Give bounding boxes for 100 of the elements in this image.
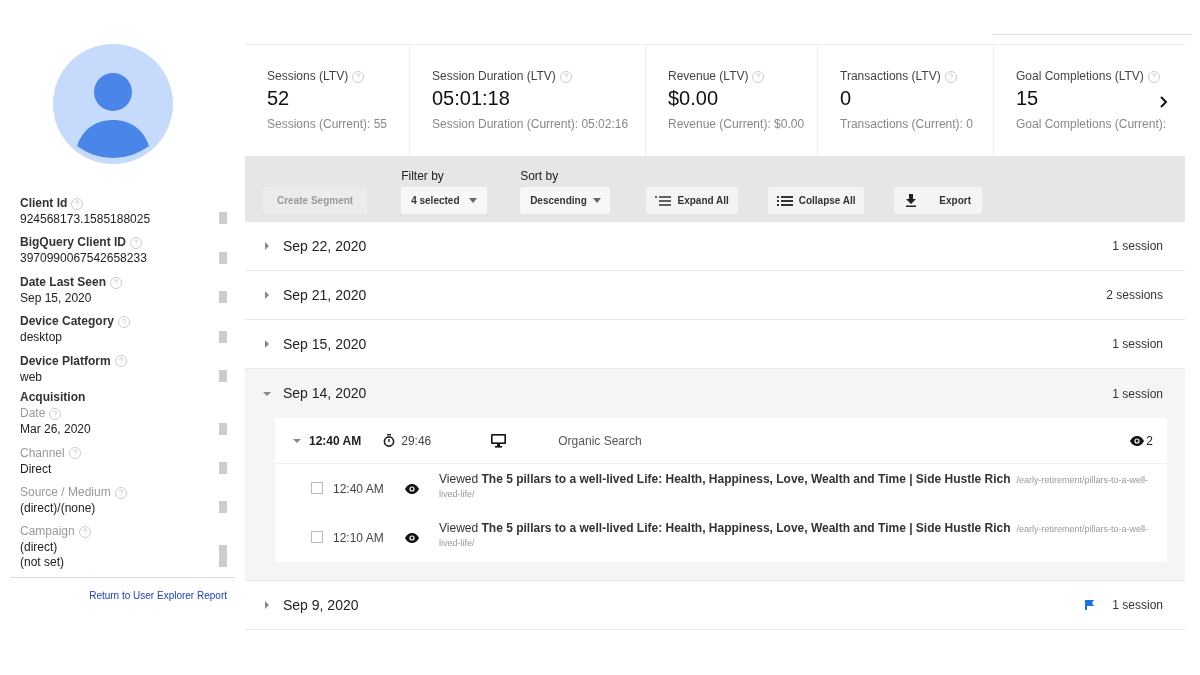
field-label: Date Last Seen (20, 274, 107, 289)
session-count: 1 session (1112, 597, 1163, 614)
help-icon[interactable] (559, 70, 572, 83)
metric-current: Revenue (Current): $0.00 (668, 116, 806, 133)
session-count: 1 session (1112, 336, 1163, 353)
chevron-right-icon[interactable] (1159, 95, 1169, 109)
checkbox[interactable] (311, 482, 323, 494)
field-value: Direct (20, 461, 53, 476)
caret-right-icon[interactable] (263, 291, 271, 299)
avatar-icon (53, 44, 173, 164)
list-icon (776, 195, 793, 206)
metric-current: Sessions (Current): 55 (267, 116, 389, 133)
pageview-text: Viewed The 5 pillars to a well-lived Life: Health, Happiness, Love, Wealth and Time | Side Hustle Rich /early-retirement/pillars-to-a-well-lived-life/ (439, 521, 1150, 550)
marker-icon (219, 369, 227, 382)
marker-icon (219, 330, 227, 343)
hit-time: 12:40 AM (333, 481, 385, 498)
metric-label: Transactions (LTV) (840, 69, 941, 83)
help-icon[interactable] (1147, 70, 1160, 83)
field-label: BigQuery Client ID (20, 235, 126, 250)
help-icon[interactable] (110, 276, 123, 289)
caret-down-icon (469, 198, 478, 203)
metric-current: Transactions (Current): 0 (840, 116, 974, 133)
session-time[interactable]: 12:40 AM (309, 431, 362, 450)
field-label: Date (20, 406, 46, 421)
dropdown-label: Filter by (401, 168, 445, 185)
field-value: Mar 26, 2020 (20, 422, 91, 437)
caret-right-icon[interactable] (263, 242, 271, 250)
sort-dropdown[interactable]: Descending (520, 187, 611, 214)
field-value: Sep 15, 2020 (20, 290, 93, 306)
day-date[interactable]: Sep 14, 2020 (283, 383, 367, 404)
field-label: Source / Medium (20, 484, 111, 499)
help-icon[interactable] (944, 70, 957, 83)
download-icon (905, 194, 918, 207)
marker-icon (219, 291, 227, 304)
field-value: (not set) (20, 554, 65, 570)
caret-right-icon[interactable] (263, 340, 271, 348)
section-heading: Acquisition (20, 390, 87, 405)
hit-time: 12:10 AM (333, 530, 385, 547)
metric-label: Sessions (LTV) (267, 69, 349, 83)
channel-label: Organic Search (558, 432, 642, 450)
help-icon[interactable] (352, 70, 365, 83)
return-link[interactable]: Return to User Explorer Report (10, 577, 235, 604)
caret-down-icon[interactable] (293, 436, 301, 445)
session-duration: 29:46 (401, 432, 432, 450)
dropdown-label: Sort by (520, 168, 560, 185)
help-icon[interactable] (114, 355, 127, 368)
metric-current: Goal Completions (Current): (1016, 116, 1168, 133)
session-count: 1 session (1112, 385, 1163, 403)
desktop-icon (491, 433, 507, 448)
field-label: Campaign (20, 524, 75, 539)
metric-label: Session Duration (LTV) (432, 69, 556, 83)
session-count: 2 sessions (1106, 287, 1163, 304)
metric-label: Revenue (LTV) (668, 69, 749, 83)
caret-down-icon[interactable] (263, 389, 271, 398)
help-icon[interactable] (78, 526, 91, 539)
marker-icon (219, 422, 227, 435)
collapse-button[interactable]: Collapse All (768, 187, 865, 214)
marker-icon (219, 501, 227, 514)
help-icon[interactable] (114, 486, 127, 499)
help-icon[interactable] (752, 70, 765, 83)
marker-icon (219, 251, 227, 264)
field-value: 924568173.1585188025 (20, 212, 151, 227)
help-icon[interactable] (118, 316, 131, 328)
field-label: Client Id (20, 196, 68, 210)
pageview-count: 2 (1146, 432, 1153, 450)
marker-icon (219, 545, 227, 568)
day-date[interactable]: Sep 21, 2020 (283, 284, 367, 306)
stopwatch-icon (383, 434, 396, 447)
eye-icon (1130, 435, 1145, 446)
eye-icon (405, 484, 419, 494)
field-label: Channel (20, 445, 65, 460)
help-icon[interactable] (49, 407, 62, 420)
pageview-text: Viewed The 5 pillars to a well-lived Life: Health, Happiness, Love, Wealth and Time | Side Hustle Rich /early-retirement/pillars-to-a-well-lived-life/ (439, 472, 1150, 501)
eye-icon (405, 533, 419, 543)
caret-right-icon[interactable] (263, 601, 271, 609)
help-icon[interactable] (130, 237, 142, 250)
marker-icon (219, 212, 227, 225)
field-value: 3970990067542658233 (20, 251, 147, 266)
filter-dropdown[interactable]: 4 selected (401, 187, 488, 214)
day-date[interactable]: Sep 15, 2020 (283, 333, 367, 355)
metric-current: Session Duration (Current): 05:02:16 (432, 116, 630, 133)
export-button[interactable]: Export (894, 187, 983, 214)
field-value: (direct)/(none) (20, 500, 97, 516)
caret-down-icon (592, 198, 601, 203)
day-date[interactable]: Sep 22, 2020 (283, 235, 367, 257)
field-value: desktop (20, 330, 64, 345)
field-value: web (20, 369, 43, 384)
metric-value: 05:01:18 (432, 86, 510, 111)
expand-list-icon (655, 195, 672, 206)
field-label: Device Category (20, 314, 115, 329)
metric-value: 52 (267, 86, 290, 111)
help-icon[interactable] (68, 447, 81, 460)
metric-value: $0.00 (668, 86, 719, 111)
marker-icon (219, 461, 227, 474)
expand-button[interactable]: Expand All (646, 187, 739, 214)
help-icon[interactable] (71, 197, 84, 210)
checkbox[interactable] (311, 531, 323, 543)
metric-value: 0 (840, 86, 852, 111)
metric-value: 15 (1016, 86, 1039, 111)
day-date[interactable]: Sep 9, 2020 (283, 594, 359, 616)
